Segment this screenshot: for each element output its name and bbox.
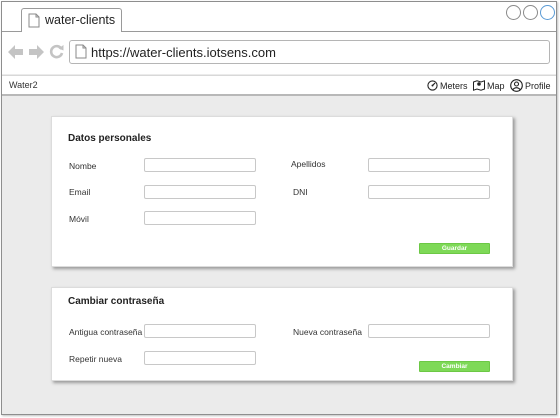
back-arrow-icon[interactable]: [8, 45, 24, 64]
gauge-icon: [427, 79, 438, 93]
new-password-field[interactable]: [368, 324, 490, 338]
surname-field[interactable]: [368, 158, 490, 172]
nav-item-profile[interactable]: Profile: [510, 78, 551, 94]
change-password-card: Cambiar contraseña Antigua contraseña Nu…: [51, 287, 513, 381]
user-icon: [510, 78, 523, 94]
mobile-field[interactable]: [144, 211, 256, 225]
nav-item-map[interactable]: Map: [473, 79, 505, 93]
reload-icon[interactable]: [49, 44, 64, 64]
document-icon: [28, 13, 40, 33]
personal-data-card: Datos personales Nombe Apellidos Email D…: [51, 116, 513, 267]
repeat-password-label: Repetir nueva: [69, 354, 122, 364]
new-password-label: Nueva contraseña: [293, 327, 362, 337]
dni-label: DNI: [293, 187, 308, 197]
email-field[interactable]: [144, 185, 256, 199]
email-label: Email: [69, 187, 91, 197]
mobile-label: Móvil: [69, 214, 89, 224]
old-password-label: Antigua contraseña: [69, 327, 143, 337]
surname-label: Apellidos: [291, 159, 326, 169]
close-window-button[interactable]: [540, 5, 555, 20]
map-icon: [473, 79, 485, 93]
name-field[interactable]: [144, 158, 256, 172]
nav-label-profile: Profile: [525, 81, 551, 91]
forward-arrow-icon[interactable]: [28, 45, 44, 64]
personal-data-title: Datos personales: [68, 133, 152, 144]
dni-field[interactable]: [368, 185, 490, 199]
browser-tab[interactable]: water-clients: [21, 8, 122, 32]
name-label: Nombe: [69, 161, 97, 171]
tab-strip: water-clients: [2, 2, 556, 32]
change-password-title: Cambiar contraseña: [68, 296, 165, 307]
old-password-field[interactable]: [144, 324, 256, 338]
page-icon: [75, 44, 87, 64]
browser-window: water-clients https://water-clients.iots…: [1, 1, 557, 415]
minimize-window-button[interactable]: [506, 5, 521, 20]
repeat-password-field[interactable]: [144, 351, 256, 365]
nav-item-meters[interactable]: Meters: [427, 79, 468, 93]
nav-label-map: Map: [487, 81, 505, 91]
app-brand[interactable]: Water2: [9, 80, 38, 90]
address-bar: https://water-clients.iotsens.com: [2, 32, 556, 74]
save-button[interactable]: Guardar: [419, 243, 490, 254]
url-field[interactable]: https://water-clients.iotsens.com: [69, 40, 550, 64]
change-password-button[interactable]: Cambiar: [419, 361, 490, 372]
nav-label-meters: Meters: [440, 81, 468, 91]
url-text: https://water-clients.iotsens.com: [91, 45, 276, 60]
maximize-window-button[interactable]: [523, 5, 538, 20]
tab-title: water-clients: [45, 13, 116, 27]
app-navbar: Water2 Meters Map Profile: [2, 75, 556, 96]
